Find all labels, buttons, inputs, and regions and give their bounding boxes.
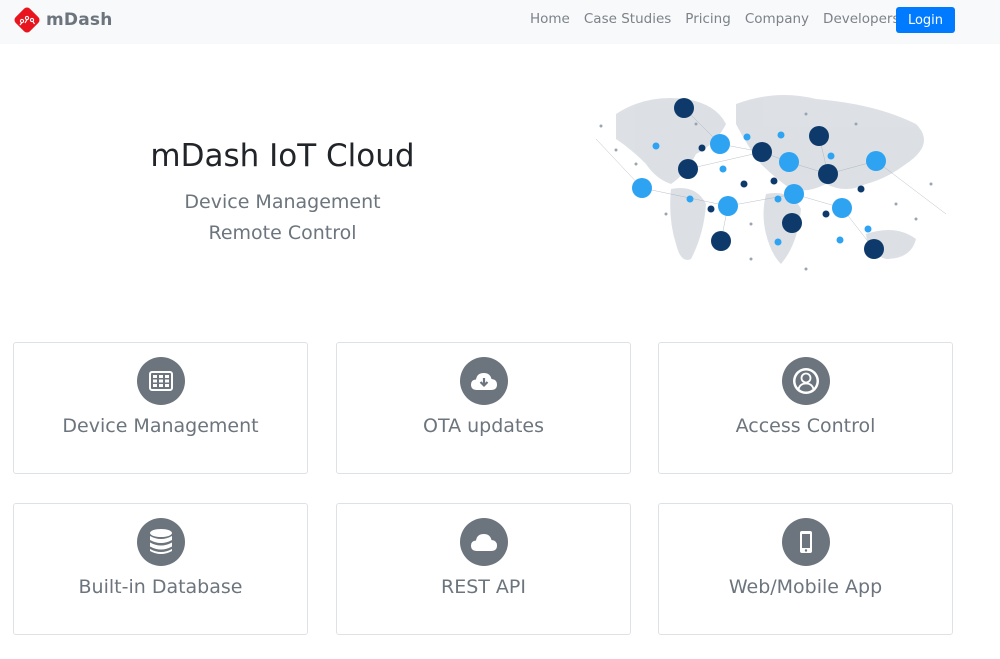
nav-developers-label: Developers xyxy=(823,11,900,27)
hero-title: mDash IoT Cloud xyxy=(150,138,415,174)
feature-label: REST API xyxy=(441,576,526,598)
feature-label: Built-in Database xyxy=(78,576,243,598)
navbar: mDash Home Case Studies Pricing Company … xyxy=(0,0,1000,44)
feature-card-ota-updates[interactable]: OTA updates xyxy=(336,342,631,474)
mobile-icon xyxy=(781,518,830,566)
cloud-download-icon xyxy=(459,357,508,405)
world-map-network-illustration xyxy=(595,95,947,271)
user-circle-icon xyxy=(781,357,830,405)
nav-menu: Home Case Studies Pricing Company Develo… xyxy=(530,11,928,27)
feature-card-access-control[interactable]: Access Control xyxy=(658,342,953,474)
feature-card-device-management[interactable]: Device Management xyxy=(13,342,308,474)
feature-card-web-mobile-app[interactable]: Web/Mobile App xyxy=(658,503,953,635)
feature-label: Web/Mobile App xyxy=(728,576,883,598)
feature-label: Access Control xyxy=(735,415,876,437)
table-icon xyxy=(136,357,185,405)
login-button[interactable]: Login xyxy=(896,7,955,33)
nav-home[interactable]: Home xyxy=(530,11,570,27)
nav-pricing[interactable]: Pricing xyxy=(685,11,731,27)
brand-name: mDash xyxy=(46,10,113,30)
hero-subtitle-line2: Remote Control xyxy=(208,222,357,244)
hero-subtitle-line1: Device Management xyxy=(184,191,381,213)
nav-company[interactable]: Company xyxy=(745,11,809,27)
feature-card-built-in-database[interactable]: Built-in Database xyxy=(13,503,308,635)
feature-label: Device Management xyxy=(62,415,259,437)
nav-case-studies[interactable]: Case Studies xyxy=(584,11,671,27)
mdash-logo-icon xyxy=(14,7,40,33)
database-icon xyxy=(136,518,185,566)
feature-label: OTA updates xyxy=(423,415,544,437)
feature-card-rest-api[interactable]: REST API xyxy=(336,503,631,635)
cloud-icon xyxy=(459,518,508,566)
brand[interactable]: mDash xyxy=(13,6,113,34)
